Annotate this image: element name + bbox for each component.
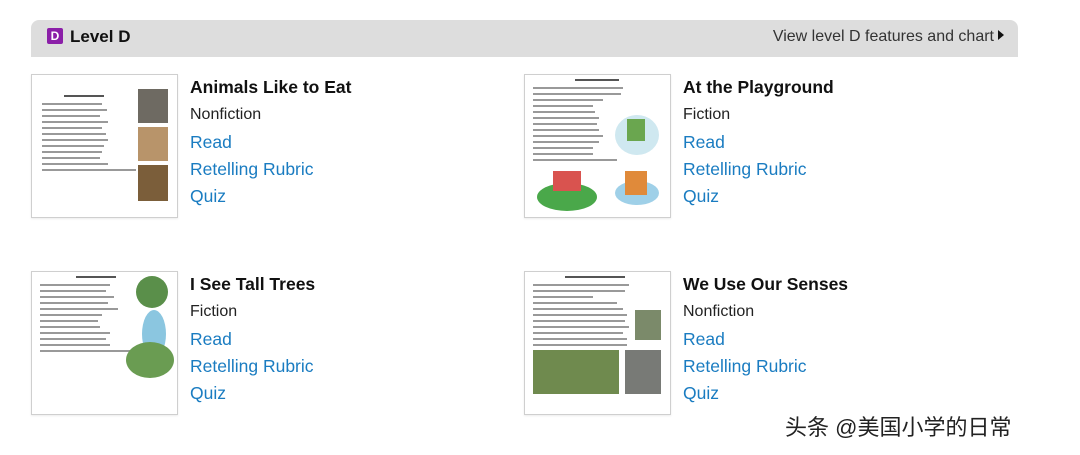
caret-right-icon: [998, 30, 1004, 40]
quiz-link[interactable]: Quiz: [190, 186, 226, 207]
quiz-link[interactable]: Quiz: [683, 383, 719, 404]
read-link[interactable]: Read: [683, 132, 725, 153]
watermark-text: 头条 @美国小学的日常: [785, 415, 1012, 440]
book-title: Animals Like to Eat: [190, 77, 352, 97]
read-link[interactable]: Read: [683, 329, 725, 350]
level-badge: D: [47, 28, 63, 44]
book-cover-thumbnail[interactable]: [524, 271, 671, 415]
book-page-image: [533, 79, 659, 211]
book-page-image: [42, 89, 168, 201]
retelling-rubric-link[interactable]: Retelling Rubric: [190, 159, 314, 180]
book-genre: Nonfiction: [683, 303, 755, 320]
retelling-rubric-link[interactable]: Retelling Rubric: [190, 356, 314, 377]
level-header: D Level D View level D features and char…: [31, 20, 1018, 57]
level-title: Level D: [70, 27, 131, 46]
book-genre: Fiction: [190, 303, 238, 320]
book-page-image: [533, 276, 661, 394]
quiz-link[interactable]: Quiz: [683, 186, 719, 207]
book-page-image: [40, 276, 174, 378]
quiz-link[interactable]: Quiz: [190, 383, 226, 404]
read-link[interactable]: Read: [190, 329, 232, 350]
book-cover-thumbnail[interactable]: [524, 74, 671, 218]
view-level-features-label: View level D features and chart: [772, 28, 994, 45]
book-title: I See Tall Trees: [190, 274, 316, 294]
retelling-rubric-link[interactable]: Retelling Rubric: [683, 159, 807, 180]
read-link[interactable]: Read: [190, 132, 232, 153]
book-genre: Nonfiction: [190, 106, 262, 123]
book-cover-thumbnail[interactable]: [31, 271, 178, 415]
book-title: At the Playground: [683, 77, 834, 97]
retelling-rubric-link[interactable]: Retelling Rubric: [683, 356, 807, 377]
book-title: We Use Our Senses: [683, 274, 849, 294]
view-level-features-link[interactable]: View level D features and chart: [773, 28, 1004, 46]
book-cover-thumbnail[interactable]: [31, 74, 178, 218]
book-genre: Fiction: [683, 106, 731, 123]
